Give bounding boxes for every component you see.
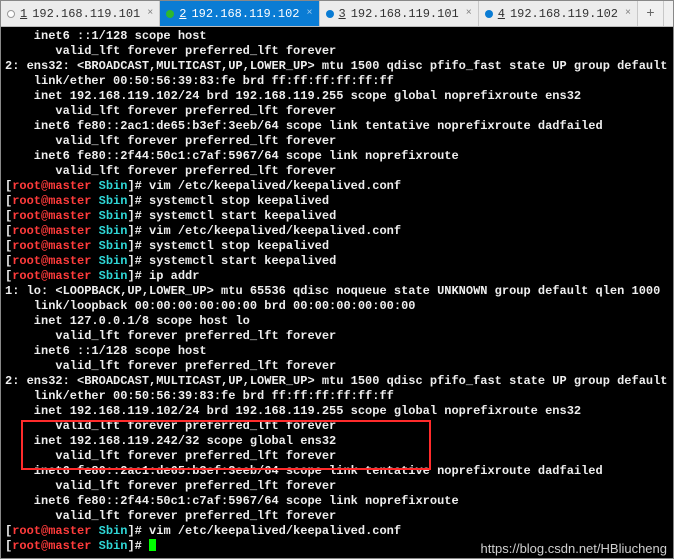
terminal-output-line: link/ether 00:50:56:39:83:fe brd ff:ff:f… (5, 74, 669, 89)
terminal-output-line: inet6 fe80::2ac1:de65:b3ef:3eeb/64 scope… (5, 464, 669, 479)
terminal-output-line: inet6 fe80::2f44:50c1:c7af:5967/64 scope… (5, 149, 669, 164)
terminal-output-line: inet 192.168.119.102/24 brd 192.168.119.… (5, 89, 669, 104)
terminal-output-line: inet 192.168.119.102/24 brd 192.168.119.… (5, 404, 669, 419)
terminal-prompt-line: [root@master Sbin]# systemctl stop keepa… (5, 194, 669, 209)
tab-4[interactable]: 4 192.168.119.102 × (479, 1, 638, 26)
tab-2[interactable]: 2 192.168.119.102 × (160, 1, 319, 26)
terminal-output-line: link/loopback 00:00:00:00:00:00 brd 00:0… (5, 299, 669, 314)
tab-3[interactable]: 3 192.168.119.101 × (320, 1, 479, 26)
tab-label: 192.168.119.101 (351, 7, 459, 21)
plus-icon: + (646, 6, 654, 22)
terminal-output-line: valid_lft forever preferred_lft forever (5, 164, 669, 179)
close-icon[interactable]: × (466, 8, 472, 19)
terminal-output-line: valid_lft forever preferred_lft forever (5, 44, 669, 59)
terminal-output-line: valid_lft forever preferred_lft forever (5, 104, 669, 119)
close-icon[interactable]: × (625, 8, 631, 19)
terminal-output-line: link/ether 00:50:56:39:83:fe brd ff:ff:f… (5, 389, 669, 404)
terminal-output-line: 2: ens32: <BROADCAST,MULTICAST,UP,LOWER_… (5, 59, 669, 74)
close-icon[interactable]: × (147, 8, 153, 19)
terminal-prompt-line: [root@master Sbin]# vim /etc/keepalived/… (5, 524, 669, 539)
terminal-prompt-line: [root@master Sbin]# ip addr (5, 269, 669, 284)
terminal-prompt-line: [root@master Sbin]# systemctl start keep… (5, 209, 669, 224)
terminal-prompt-line: [root@master Sbin]# vim /etc/keepalived/… (5, 179, 669, 194)
status-dot-icon (485, 10, 493, 18)
terminal-output-line: inet 192.168.119.242/32 scope global ens… (5, 434, 669, 449)
terminal-output-line: valid_lft forever preferred_lft forever (5, 329, 669, 344)
terminal-output-line: valid_lft forever preferred_lft forever (5, 359, 669, 374)
status-dot-icon (326, 10, 334, 18)
add-tab-button[interactable]: + (638, 1, 664, 26)
status-dot-icon (166, 10, 174, 18)
terminal-output-line: valid_lft forever preferred_lft forever (5, 479, 669, 494)
cursor (149, 539, 156, 551)
terminal-prompt-line: [root@master Sbin]# systemctl stop keepa… (5, 239, 669, 254)
tab-label: 192.168.119.101 (32, 7, 140, 21)
tab-number: 1 (20, 7, 27, 21)
tab-number: 4 (498, 7, 505, 21)
close-icon[interactable]: × (306, 8, 312, 19)
terminal-prompt-line: [root@master Sbin]# vim /etc/keepalived/… (5, 224, 669, 239)
terminal[interactable]: inet6 ::1/128 scope host valid_lft forev… (1, 27, 673, 558)
status-dot-icon (7, 10, 15, 18)
terminal-output-line: valid_lft forever preferred_lft forever (5, 134, 669, 149)
terminal-output-line: valid_lft forever preferred_lft forever (5, 419, 669, 434)
tab-bar: 1 192.168.119.101 × 2 192.168.119.102 × … (1, 1, 673, 27)
terminal-prompt-line: [root@master Sbin]# systemctl start keep… (5, 254, 669, 269)
tab-label: 192.168.119.102 (510, 7, 618, 21)
terminal-output-line: valid_lft forever preferred_lft forever (5, 449, 669, 464)
tab-number: 2 (179, 7, 186, 21)
tab-label: 192.168.119.102 (191, 7, 299, 21)
terminal-output-line: valid_lft forever preferred_lft forever (5, 509, 669, 524)
terminal-output-line: inet6 ::1/128 scope host (5, 344, 669, 359)
tab-number: 3 (339, 7, 346, 21)
terminal-output-line: inet6 fe80::2f44:50c1:c7af:5967/64 scope… (5, 494, 669, 509)
watermark: https://blog.csdn.net/HBliucheng (481, 541, 667, 556)
terminal-output-line: inet6 ::1/128 scope host (5, 29, 669, 44)
terminal-output-line: 1: lo: <LOOPBACK,UP,LOWER_UP> mtu 65536 … (5, 284, 669, 299)
terminal-output-line: 2: ens32: <BROADCAST,MULTICAST,UP,LOWER_… (5, 374, 669, 389)
tab-1[interactable]: 1 192.168.119.101 × (1, 1, 160, 26)
terminal-output-line: inet 127.0.0.1/8 scope host lo (5, 314, 669, 329)
terminal-output-line: inet6 fe80::2ac1:de65:b3ef:3eeb/64 scope… (5, 119, 669, 134)
